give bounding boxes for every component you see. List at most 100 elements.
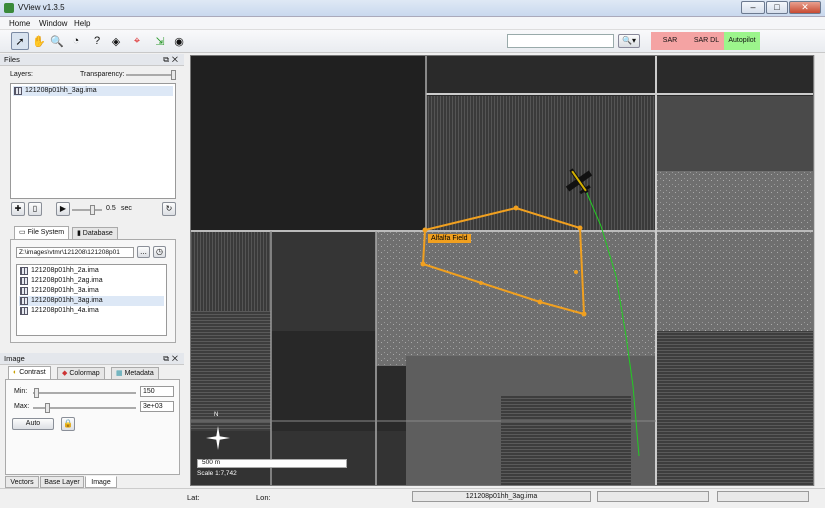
list-item[interactable]: 121208p01hh_4a.ima: [19, 306, 164, 316]
files-panel-header: Files ⧉✕: [0, 54, 184, 66]
files-panel-title: Files: [4, 55, 20, 64]
mode-sar[interactable]: SAR: [651, 32, 689, 50]
lon-label: Lon:: [256, 493, 271, 502]
min-slider[interactable]: [33, 388, 136, 398]
measure-tool-icon[interactable]: ?: [88, 32, 106, 50]
list-item[interactable]: 121208p01hh_3ag.ima: [13, 86, 173, 96]
north-label: N: [214, 412, 219, 418]
tab-image[interactable]: Image: [85, 476, 117, 488]
tab-label: Database: [82, 230, 113, 237]
file-name: 121208p01hh_4a.ima: [31, 307, 99, 314]
max-slider-handle[interactable]: [45, 403, 50, 413]
menu-help[interactable]: Help: [74, 19, 90, 28]
tab-label: File System: [27, 229, 65, 236]
path-input[interactable]: Z:\images\vtmr\121208\121208p01: [16, 247, 134, 258]
file-name: 121208p01hh_3ag.ima: [31, 297, 103, 304]
tab-label: Colormap: [69, 370, 100, 377]
eraser-icon[interactable]: ◈: [107, 32, 125, 50]
min-slider-handle[interactable]: [34, 388, 39, 398]
list-item[interactable]: 121208p01hh_2ag.ima: [19, 276, 164, 286]
tab-vectors[interactable]: Vectors: [5, 476, 39, 488]
rotate-globe-icon[interactable]: ◔: [67, 32, 85, 50]
app-icon: [4, 3, 14, 13]
layers-list[interactable]: 121208p01hh_3ag.ima: [10, 83, 176, 199]
max-value-input[interactable]: 3e+03: [140, 401, 174, 412]
refresh-icon[interactable]: ↻: [162, 202, 176, 216]
image-grid-icon: [14, 87, 22, 95]
window-title: VView v1.3.5: [18, 3, 65, 12]
maximize-button[interactable]: □: [766, 1, 788, 14]
scale-bar: 500 m: [197, 459, 347, 468]
min-value-input[interactable]: 150: [140, 386, 174, 397]
transparency-slider-handle[interactable]: [171, 70, 176, 80]
tab-contrast[interactable]: ◐ Contrast: [8, 366, 51, 379]
file-list[interactable]: 121208p01hh_2a.ima 121208p01hh_2ag.ima 1…: [16, 264, 167, 336]
status-progress-bar: [717, 491, 809, 502]
add-layer-button[interactable]: ✚: [11, 202, 25, 216]
clock-history-icon[interactable]: ◷: [153, 246, 166, 258]
file-name: 121208p01hh_3a.ima: [31, 287, 99, 294]
status-field-empty: [597, 491, 709, 502]
playback-slider[interactable]: [72, 205, 102, 215]
auto-button[interactable]: Auto: [12, 418, 54, 430]
map-vertical-scrollbar[interactable]: [814, 55, 824, 486]
image-grid-icon: [20, 307, 28, 315]
tab-metadata[interactable]: ▦ Metadata: [111, 367, 159, 379]
map-view[interactable]: Alfalfa Field N 500 m Scale 1:7,742: [190, 55, 814, 486]
image-panel-title: Image: [4, 354, 25, 363]
menu-bar: Home Window Help: [0, 17, 825, 30]
playback-value: 0.5: [106, 205, 116, 212]
import-exit-icon[interactable]: ⇲: [151, 32, 169, 50]
playback-slider-handle[interactable]: [90, 205, 95, 215]
tab-base-layer[interactable]: Base Layer: [40, 476, 84, 488]
record-circle-icon[interactable]: ◉: [170, 32, 188, 50]
lock-icon[interactable]: 🔒: [61, 417, 75, 431]
title-bar: VView v1.3.5 – □ ✕: [0, 0, 825, 17]
max-slider[interactable]: [33, 403, 136, 413]
image-grid-icon: [20, 267, 28, 275]
list-item[interactable]: 121208p01hh_3ag.ima: [19, 296, 164, 306]
search-dropdown-button[interactable]: 🔍▾: [618, 34, 640, 48]
transparency-slider[interactable]: [126, 70, 176, 80]
image-grid-icon: [20, 277, 28, 285]
list-item[interactable]: 121208p01hh_2a.ima: [19, 266, 164, 276]
panel-float-close-icon[interactable]: ⧉✕: [163, 54, 181, 66]
close-button[interactable]: ✕: [789, 1, 821, 14]
max-label: Max:: [14, 403, 30, 410]
scale-bar-label: 500 m: [202, 459, 221, 466]
lat-label: Lat:: [187, 493, 200, 502]
play-button[interactable]: ▶: [56, 202, 70, 216]
pointer-tool-icon[interactable]: ➚: [11, 32, 29, 50]
minimize-button[interactable]: –: [741, 1, 765, 14]
pan-hand-icon[interactable]: ✋: [30, 32, 48, 50]
crosshair-target-icon[interactable]: ⌖: [128, 32, 146, 50]
polygon-label: Alfalfa Field: [428, 234, 471, 243]
tab-label: Contrast: [19, 369, 46, 376]
tab-database[interactable]: ▮ Database: [72, 227, 118, 239]
status-current-file: 121208p01hh_3ag.ima: [412, 491, 591, 502]
image-panel-header: Image ⧉✕: [0, 353, 184, 365]
browse-button[interactable]: ...: [137, 246, 150, 258]
mode-autopilot[interactable]: Autopilot: [724, 32, 760, 50]
zoom-magnifier-icon[interactable]: 🔍: [48, 32, 66, 50]
image-grid-icon: [20, 287, 28, 295]
sar-image[interactable]: [191, 56, 814, 486]
menu-home[interactable]: Home: [9, 19, 30, 28]
file-name: 121208p01hh_2a.ima: [31, 267, 99, 274]
layer-name: 121208p01hh_3ag.ima: [25, 87, 97, 94]
delete-layer-button[interactable]: ▯: [28, 202, 42, 216]
tab-colormap[interactable]: ◆ Colormap: [57, 367, 105, 379]
scale-text: Scale 1:7,742: [197, 470, 237, 477]
menu-window[interactable]: Window: [39, 19, 67, 28]
panel-float-close-icon[interactable]: ⧉✕: [163, 353, 181, 365]
transparency-label: Transparency:: [80, 71, 125, 78]
mode-sar-dl[interactable]: SAR DL: [689, 32, 724, 50]
image-grid-icon: [20, 297, 28, 305]
file-name: 121208p01hh_2ag.ima: [31, 277, 103, 284]
min-label: Min:: [14, 388, 28, 395]
search-input[interactable]: [507, 34, 614, 48]
list-item[interactable]: 121208p01hh_3a.ima: [19, 286, 164, 296]
tab-file-system[interactable]: ▭ File System: [14, 226, 70, 239]
tab-label: Metadata: [124, 370, 154, 377]
playback-unit: sec: [121, 205, 132, 212]
